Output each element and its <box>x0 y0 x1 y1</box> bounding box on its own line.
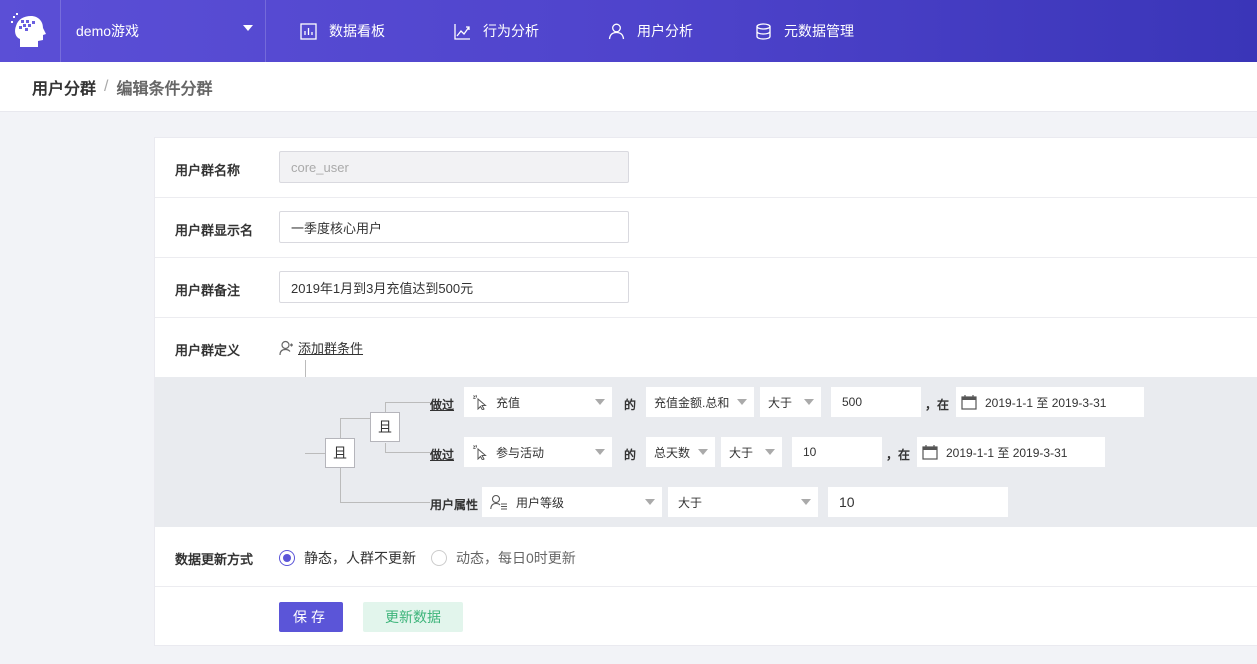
user-property-icon <box>490 494 507 510</box>
display-name-row: 用户群显示名 一季度核心用户 <box>155 198 1257 258</box>
breadcrumb-current: 编辑条件分群 <box>116 80 213 98</box>
date-range-picker[interactable]: 2019-1-1 至 2019-3-31 <box>917 437 1105 467</box>
tree-connector <box>385 402 386 412</box>
value-input[interactable]: 10 <box>792 437 882 467</box>
name-row: 用户群名称 core_user <box>155 138 1257 198</box>
event-select-value: 参与活动 <box>496 445 545 460</box>
date-range-value: 2019-1-1 至 2019-3-31 <box>946 445 1068 460</box>
of-label: 的 <box>624 448 637 462</box>
operator-select[interactable]: 大于 <box>721 437 782 467</box>
of-label: 的 <box>624 398 637 412</box>
date-range-value: 2019-1-1 至 2019-3-31 <box>985 395 1107 410</box>
nav-item-users[interactable]: 用户分析 <box>608 0 693 62</box>
tree-connector <box>340 418 341 438</box>
nav-item-label: 行为分析 <box>483 23 539 39</box>
caret-down-icon <box>595 449 605 455</box>
calendar-icon <box>922 445 938 460</box>
project-name: demo游戏 <box>76 23 140 39</box>
name-input: core_user <box>279 151 629 183</box>
nav-item-label: 数据看板 <box>329 23 385 39</box>
metric-select-value: 总天数 <box>654 445 691 460</box>
trend-line-icon <box>454 23 470 40</box>
calendar-icon <box>961 395 977 410</box>
operator-select-value: 大于 <box>678 495 703 510</box>
update-data-button[interactable]: 更新数据 <box>363 602 463 632</box>
project-selector[interactable]: demo游戏 <box>60 0 266 62</box>
caret-down-icon <box>765 449 775 455</box>
top-nav-bar: demo游戏 数据看板 行为分析 用户分析 元数据管理 <box>0 0 1257 62</box>
brain-logo-icon[interactable] <box>0 0 60 62</box>
condition-area: 且 且 做过 充值 的 充值金额.总和 大于 500 ，在 2019-1-1 至… <box>155 377 1257 527</box>
caret-down-icon <box>243 25 253 31</box>
database-icon <box>756 22 771 40</box>
breadcrumb: 用户分群 / 编辑条件分群 <box>0 62 1257 112</box>
radio-static-label: 静态，人群不更新 <box>304 550 416 566</box>
caret-down-icon <box>737 399 747 405</box>
radio-static[interactable]: 静态，人群不更新 <box>279 548 416 568</box>
value-input[interactable]: 10 <box>828 487 1008 517</box>
user-property-label: 用户属性 <box>430 498 479 512</box>
tree-connector <box>385 452 430 453</box>
property-select[interactable]: 用户等级 <box>482 487 662 517</box>
inner-and-toggle[interactable]: 且 <box>370 412 400 442</box>
caret-down-icon <box>698 449 708 455</box>
cursor-click-icon <box>472 394 487 410</box>
radio-unchecked-icon <box>431 550 447 566</box>
breadcrumb-separator: / <box>104 77 109 95</box>
operator-select-value: 大于 <box>768 395 793 410</box>
definition-label: 用户群定义 <box>175 343 241 358</box>
update-mode-label: 数据更新方式 <box>175 552 254 567</box>
did-toggle[interactable]: 做过 <box>430 396 454 413</box>
outer-and-toggle[interactable]: 且 <box>325 438 355 468</box>
caret-down-icon <box>801 499 811 505</box>
radio-dynamic-label: 动态，每日0时更新 <box>456 550 576 566</box>
add-condition-label: 添加群条件 <box>298 341 364 356</box>
caret-down-icon <box>595 399 605 405</box>
caret-down-icon <box>804 399 814 405</box>
note-input[interactable]: 2019年1月到3月充值达到500元 <box>279 271 629 303</box>
radio-dynamic[interactable]: 动态，每日0时更新 <box>431 548 576 568</box>
nav-item-label: 元数据管理 <box>784 23 854 39</box>
at-label: ，在 <box>925 398 950 412</box>
add-condition-link[interactable]: 添加群条件 <box>279 338 363 357</box>
tree-connector <box>340 468 341 502</box>
breadcrumb-root[interactable]: 用户分群 <box>32 75 96 99</box>
name-label: 用户群名称 <box>175 163 241 178</box>
did-toggle[interactable]: 做过 <box>430 446 454 463</box>
value-input[interactable]: 500 <box>831 387 921 417</box>
caret-down-icon <box>645 499 655 505</box>
event-select-value: 充值 <box>496 395 521 410</box>
metric-select-value: 充值金额.总和 <box>654 395 730 410</box>
bar-chart-icon <box>300 22 317 40</box>
property-select-value: 用户等级 <box>516 495 565 510</box>
date-range-picker[interactable]: 2019-1-1 至 2019-3-31 <box>956 387 1144 417</box>
nav-item-metadata[interactable]: 元数据管理 <box>755 0 854 62</box>
event-select[interactable]: 参与活动 <box>464 437 612 467</box>
segment-form-card: 用户群名称 core_user 用户群显示名 一季度核心用户 用户群备注 201… <box>154 137 1257 646</box>
metric-select[interactable]: 总天数 <box>646 437 715 467</box>
operator-select[interactable]: 大于 <box>760 387 821 417</box>
tree-connector <box>340 502 430 503</box>
nav-item-behavior[interactable]: 行为分析 <box>454 0 539 62</box>
note-row: 用户群备注 2019年1月到3月充值达到500元 <box>155 258 1257 318</box>
operator-select[interactable]: 大于 <box>668 487 818 517</box>
radio-checked-icon <box>279 550 295 566</box>
event-select[interactable]: 充值 <box>464 387 612 417</box>
metric-select[interactable]: 充值金额.总和 <box>646 387 754 417</box>
nav-item-dashboard[interactable]: 数据看板 <box>300 0 385 62</box>
note-label: 用户群备注 <box>175 283 241 298</box>
tree-connector <box>340 418 370 419</box>
operator-select-value: 大于 <box>729 445 754 460</box>
save-button[interactable]: 保存 <box>279 602 343 632</box>
display-name-input[interactable]: 一季度核心用户 <box>279 211 629 243</box>
nav-item-label: 用户分析 <box>637 23 693 39</box>
display-name-label: 用户群显示名 <box>175 223 254 238</box>
add-user-icon <box>279 340 293 355</box>
at-label: ，在 <box>886 448 911 462</box>
tree-connector <box>305 453 325 454</box>
user-icon <box>608 23 625 39</box>
tree-connector <box>385 402 430 403</box>
cursor-click-icon <box>472 444 487 460</box>
